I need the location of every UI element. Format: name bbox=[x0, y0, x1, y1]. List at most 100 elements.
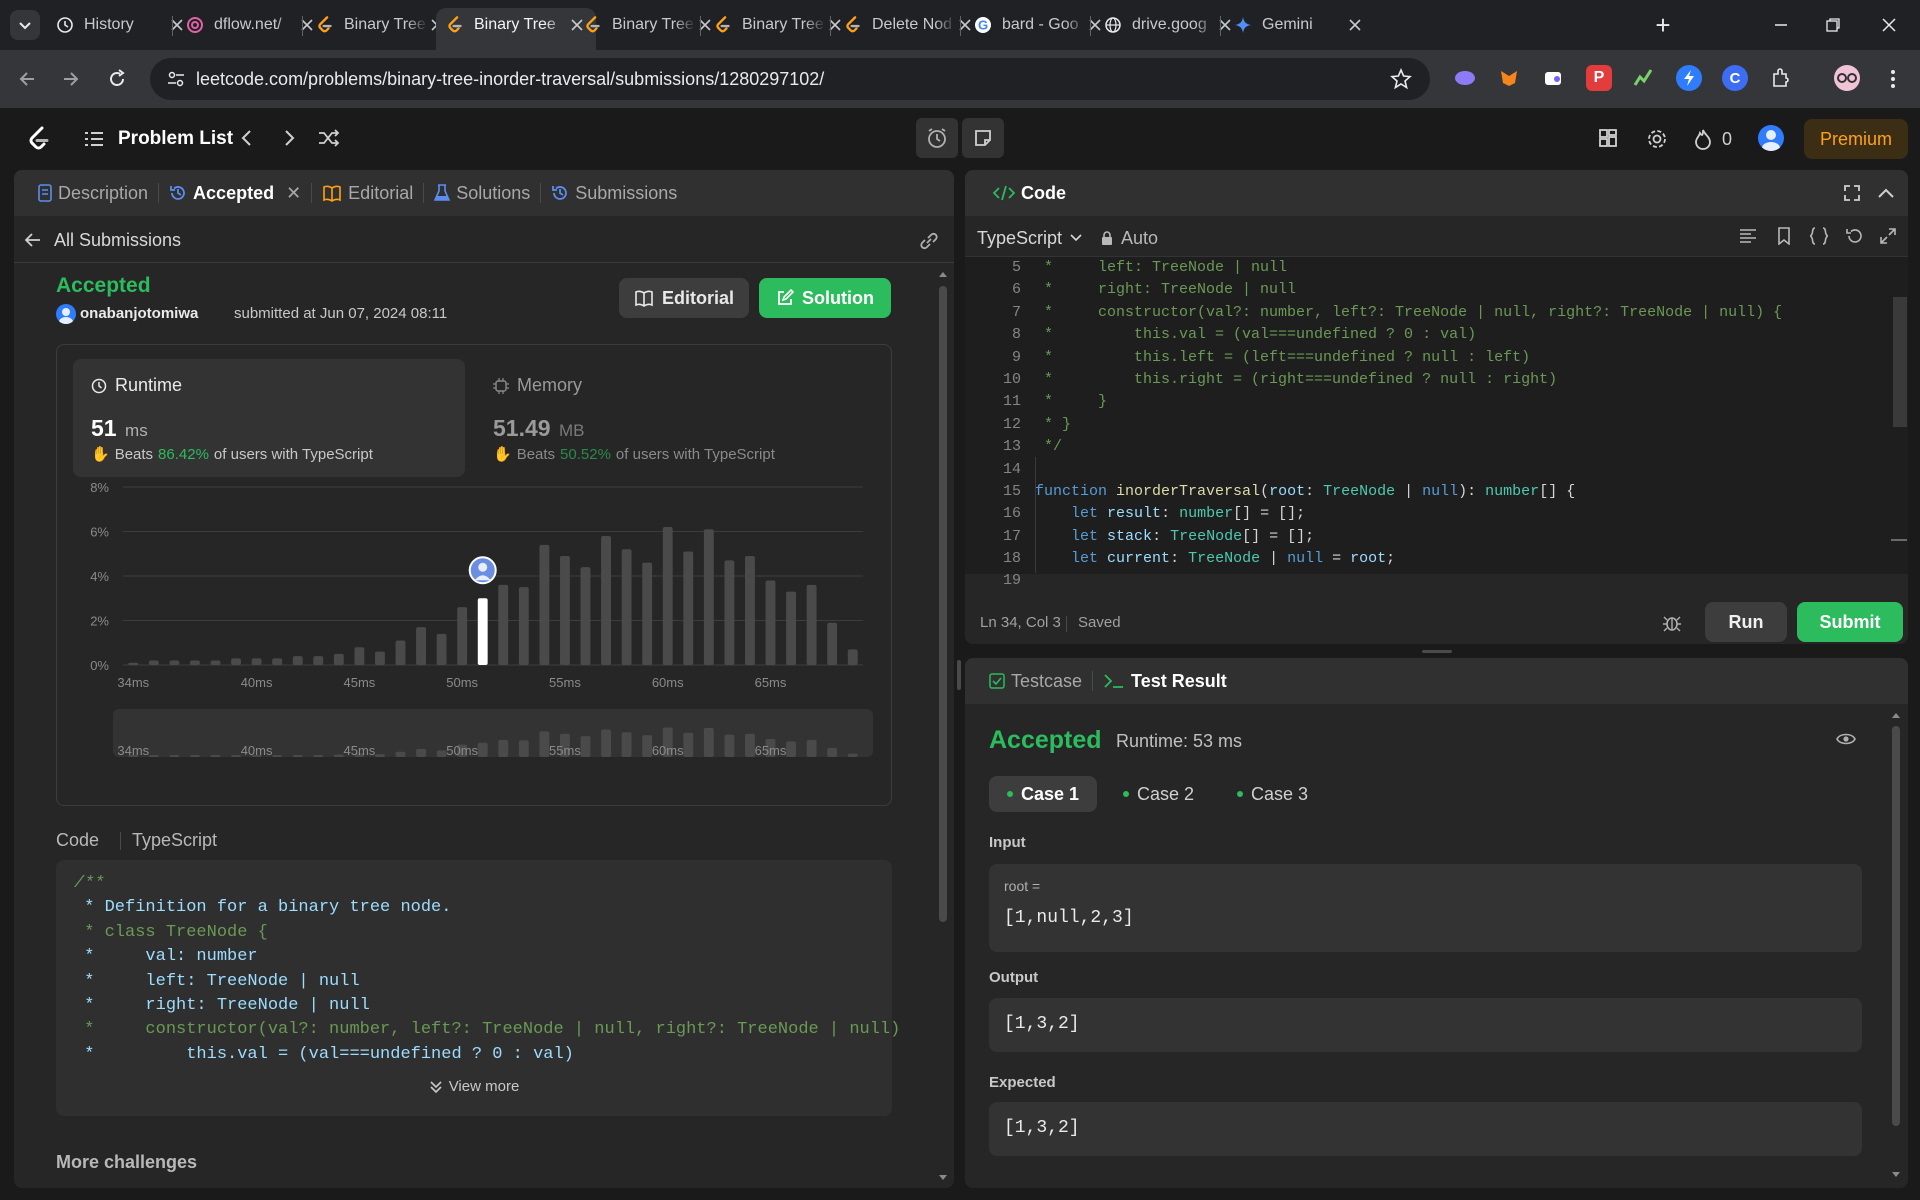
problem-list-link[interactable]: Problem List bbox=[118, 128, 233, 150]
browser-tab[interactable]: Binary Tree bbox=[704, 8, 854, 42]
line-number: 10 bbox=[1002, 370, 1021, 388]
extension-c-icon[interactable]: C bbox=[1722, 65, 1748, 91]
address-bar[interactable]: leetcode.com/problems/binary-tree-inorde… bbox=[150, 58, 1430, 100]
horizontal-splitter[interactable] bbox=[1422, 650, 1452, 653]
extension-metamask-icon[interactable] bbox=[1496, 65, 1522, 91]
solution-button[interactable]: Solution bbox=[759, 278, 891, 318]
all-submissions-link[interactable]: All Submissions bbox=[24, 222, 181, 258]
shuffle-icon[interactable] bbox=[318, 128, 340, 148]
editor-scrollbar[interactable] bbox=[1893, 297, 1907, 427]
runtime-card[interactable]: Runtime 51 ms ✋ Beats 86.42% of users wi… bbox=[73, 359, 465, 477]
test-result-scrollbar[interactable] bbox=[1889, 708, 1903, 1182]
extension-bolt-icon[interactable] bbox=[1676, 65, 1702, 91]
premium-button[interactable]: Premium bbox=[1804, 119, 1908, 159]
braces-icon[interactable] bbox=[1809, 227, 1829, 245]
tab-testcase[interactable]: Testcase bbox=[979, 658, 1092, 704]
forward-icon[interactable] bbox=[56, 64, 86, 94]
browser-tab[interactable]: Gbard - Goo bbox=[964, 8, 1114, 42]
expected-box[interactable]: [1,3,2] bbox=[989, 1102, 1862, 1156]
format-icon[interactable] bbox=[1739, 228, 1757, 244]
submitter-name[interactable]: onabanjotomiwa bbox=[80, 305, 198, 322]
language-select[interactable]: TypeScript bbox=[977, 220, 1082, 256]
scroll-up-icon[interactable] bbox=[936, 266, 950, 282]
view-more-button[interactable]: View more bbox=[56, 1078, 892, 1095]
bookmark-icon[interactable] bbox=[1777, 227, 1791, 245]
timer-button[interactable] bbox=[916, 118, 958, 158]
submit-button[interactable]: Submit bbox=[1797, 602, 1903, 642]
extension-chart-icon[interactable] bbox=[1630, 65, 1656, 91]
reload-icon[interactable] bbox=[102, 64, 132, 94]
tab-solutions[interactable]: Solutions bbox=[424, 170, 540, 216]
reset-icon[interactable] bbox=[1845, 227, 1863, 245]
browser-tab[interactable]: Binary Tree bbox=[574, 8, 724, 42]
debug-bug-icon[interactable] bbox=[1662, 612, 1682, 632]
case-tab-2[interactable]: Case 2 bbox=[1105, 776, 1212, 812]
next-problem-icon[interactable] bbox=[282, 128, 298, 148]
submission-code-block[interactable]: /** * Definition for a binary tree node.… bbox=[56, 860, 900, 1116]
leetcode-logo-icon[interactable] bbox=[28, 126, 50, 152]
browser-tab[interactable]: drive.goog bbox=[1094, 8, 1244, 42]
tab-test-result[interactable]: Test Result bbox=[1093, 658, 1237, 704]
browser-tab[interactable]: Binary Tree bbox=[306, 8, 456, 42]
back-icon[interactable] bbox=[12, 64, 42, 94]
passed-dot-icon bbox=[1123, 791, 1129, 797]
extension-ghost-icon[interactable] bbox=[1452, 65, 1478, 91]
extensions-puzzle-icon[interactable] bbox=[1768, 65, 1794, 91]
left-scrollbar[interactable] bbox=[936, 266, 950, 1186]
visibility-eye-icon[interactable] bbox=[1836, 732, 1856, 746]
problem-list-icon[interactable] bbox=[84, 130, 104, 148]
bookmark-star-icon[interactable] bbox=[1390, 68, 1412, 90]
scroll-thumb[interactable] bbox=[1892, 726, 1900, 1126]
memory-card[interactable]: Memory 51.49 MB ✋ Beats 50.52% of users … bbox=[481, 359, 873, 477]
maximize-icon[interactable] bbox=[1843, 184, 1861, 202]
browser-tab[interactable]: Gemini bbox=[1224, 8, 1374, 42]
extension-pinterest-icon[interactable]: P bbox=[1586, 65, 1612, 91]
close-tab-icon[interactable] bbox=[1346, 16, 1364, 34]
url-text[interactable]: leetcode.com/problems/binary-tree-inorde… bbox=[196, 69, 824, 90]
new-tab-icon[interactable]: + bbox=[1648, 10, 1678, 40]
browser-tab[interactable]: dflow.net/ bbox=[176, 8, 326, 42]
extension-wallet-icon[interactable] bbox=[1540, 65, 1566, 91]
browser-menu-icon[interactable] bbox=[1878, 64, 1908, 94]
tab-accepted[interactable]: Accepted ✕ bbox=[159, 170, 311, 216]
output-box[interactable]: [1,3,2] bbox=[989, 998, 1862, 1052]
minimize-icon[interactable] bbox=[1766, 10, 1796, 40]
tab-description[interactable]: Description bbox=[28, 170, 158, 216]
scroll-down-icon[interactable] bbox=[1889, 1168, 1903, 1182]
case-tab-3[interactable]: Case 3 bbox=[1219, 776, 1326, 812]
restore-icon[interactable] bbox=[1818, 10, 1848, 40]
fullscreen-icon[interactable] bbox=[1879, 227, 1897, 245]
scroll-down-icon[interactable] bbox=[936, 1170, 950, 1186]
site-info-icon[interactable] bbox=[166, 69, 186, 89]
tab-submissions[interactable]: Submissions bbox=[541, 170, 687, 216]
case-tab-1[interactable]: Case 1 bbox=[989, 776, 1098, 812]
streak-fire-icon[interactable] bbox=[1694, 128, 1712, 150]
editorial-button[interactable]: Editorial bbox=[619, 278, 749, 318]
browser-tab[interactable]: Delete Nod bbox=[834, 8, 984, 42]
tab-search-icon[interactable] bbox=[10, 10, 40, 40]
submitter-avatar-icon[interactable] bbox=[56, 304, 76, 324]
user-avatar-icon[interactable] bbox=[1758, 125, 1784, 151]
runtime-distribution-chart[interactable]: 0% 2% 4% 6% 8% 34ms 40ms 45ms 50ms 55ms 60ms 65ms 34… bbox=[57, 465, 893, 845]
scroll-up-icon[interactable] bbox=[1889, 708, 1903, 722]
tab-editorial[interactable]: Editorial bbox=[312, 170, 423, 216]
browser-tab[interactable]: Binary Tree bbox=[436, 8, 596, 50]
code-editor[interactable]: 5 6 7 8 9 10 11 12 13 14 15 16 17 18 19 * left: TreeNo… bbox=[965, 256, 1908, 589]
layout-grid-icon[interactable] bbox=[1598, 128, 1618, 148]
tab-code[interactable]: Code bbox=[979, 170, 1076, 216]
output-label: Output bbox=[989, 969, 1039, 986]
browser-tab[interactable]: History bbox=[46, 8, 196, 42]
settings-gear-icon[interactable] bbox=[1646, 128, 1668, 150]
prev-problem-icon[interactable] bbox=[238, 128, 254, 148]
auto-mode-toggle[interactable]: Auto bbox=[1101, 220, 1158, 256]
vertical-splitter[interactable] bbox=[957, 660, 961, 690]
input-box[interactable]: root = [1,null,2,3] bbox=[989, 864, 1862, 952]
collapse-icon[interactable] bbox=[1877, 186, 1895, 200]
scroll-thumb[interactable] bbox=[939, 286, 947, 922]
share-link-icon[interactable] bbox=[918, 230, 940, 250]
close-window-icon[interactable] bbox=[1874, 10, 1904, 40]
notes-button[interactable] bbox=[962, 118, 1004, 158]
close-tab-icon[interactable]: ✕ bbox=[286, 183, 301, 204]
run-button[interactable]: Run bbox=[1705, 602, 1787, 642]
profile-avatar-icon[interactable] bbox=[1834, 65, 1860, 91]
